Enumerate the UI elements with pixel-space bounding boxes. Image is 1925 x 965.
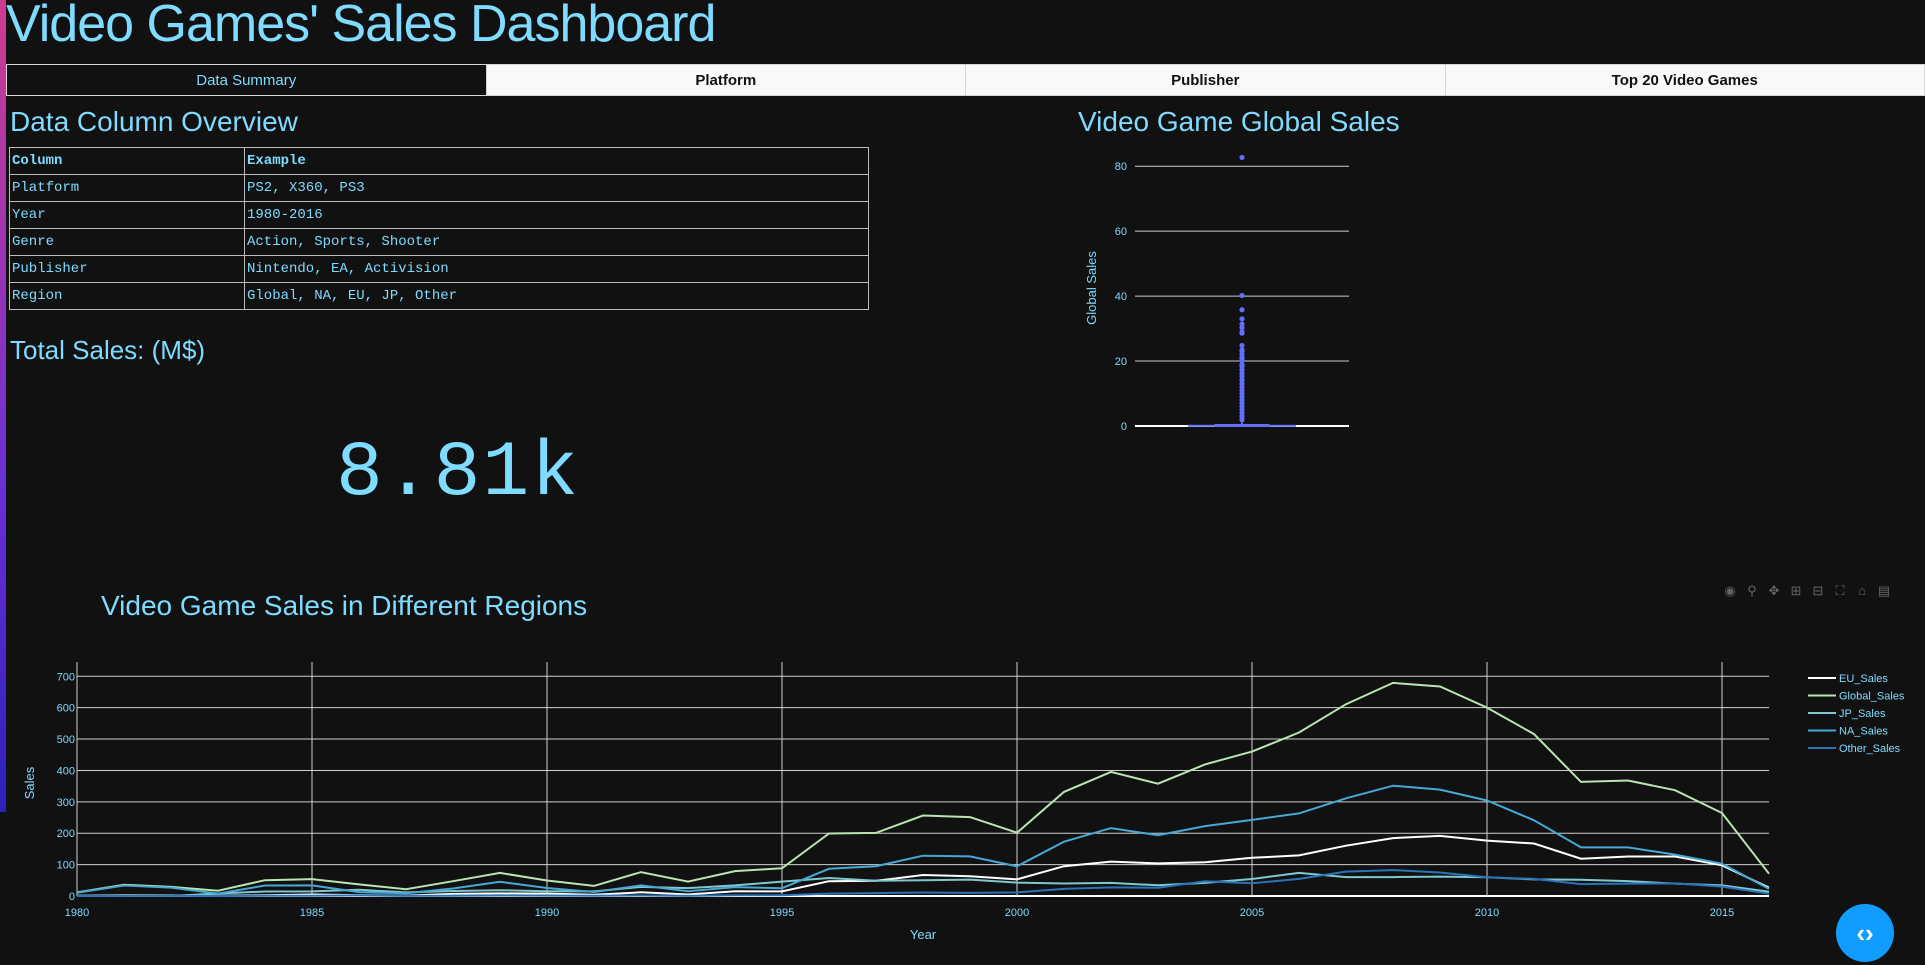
outlier-point [1239,307,1245,313]
table-row: Publisher Nintendo, EA, Activision [9,255,869,283]
zoom-in-icon[interactable]: ⊞ [1788,583,1804,599]
total-sales-label: Total Sales: (M$) [10,335,206,365]
y-tick-label: 60 [1115,226,1127,238]
series-line-global-sales [76,681,1770,894]
y-tick-label: 600 [57,703,75,715]
table-cell: Nintendo, EA, Activision [244,255,869,283]
line-chart-title: Video Game Sales in Different Regions [101,590,588,621]
page-title: Video Games' Sales Dashboard [6,0,716,53]
series-line-other-sales [76,869,1770,898]
y-axis-label: Global Sales [1084,251,1099,325]
x-tick-label: 2000 [1005,907,1029,919]
column-header: Column [9,147,245,175]
table-cell: 1980-2016 [244,201,869,229]
tab-bar: Data Summary Platform Publisher Top 20 V… [6,64,1925,96]
outlier-point [1239,292,1245,299]
y-tick-label: 700 [57,671,75,683]
table-row: Year 1980-2016 [9,201,869,229]
total-sales-value: 8.81k [336,430,581,518]
y-tick-label: 500 [57,734,75,746]
y-tick-label: 0 [69,891,75,903]
y-axis-label: Sales [22,766,37,799]
pan-icon[interactable]: ✥ [1766,583,1782,599]
x-tick-label: 1995 [770,907,794,919]
box-chart-title: Video Game Global Sales [1078,106,1400,137]
outlier-point [1239,342,1245,349]
code-toggle-button[interactable]: ‹› [1836,904,1894,962]
x-tick-label: 2010 [1475,907,1499,919]
table-row: Platform PS2, X360, PS3 [9,174,869,202]
home-icon[interactable]: ⌂ [1854,583,1870,599]
y-tick-label: 20 [1115,356,1127,368]
y-tick-label: 0 [1121,421,1127,433]
x-tick-label: 2005 [1240,907,1264,919]
outlier-point [1239,154,1245,161]
camera-icon[interactable]: ◉ [1722,583,1738,599]
legend-label: EU_Sales [1839,673,1888,685]
table-cell: Genre [9,228,245,256]
table-cell: Year [9,201,245,229]
y-tick-label: 80 [1115,161,1127,173]
table-cell: Region [9,282,245,310]
legend-label: NA_Sales [1839,726,1888,738]
global-sales-box-chart[interactable]: 0 20 40 60 80 Global Sales [1078,150,1378,450]
y-tick-label: 400 [57,765,75,777]
x-tick-label: 2015 [1710,907,1734,919]
plotly-logo-icon[interactable]: ▤ [1876,583,1892,599]
outlier-point [1239,330,1245,336]
table-cell: PS2, X360, PS3 [244,174,869,202]
table-row: Genre Action, Sports, Shooter [9,228,869,256]
x-tick-label: 1990 [535,907,559,919]
legend-label: Other_Sales [1839,743,1901,755]
tab-data-summary[interactable]: Data Summary [6,64,487,96]
zoom-out-icon[interactable]: ⊟ [1810,583,1826,599]
y-tick-label: 300 [57,797,75,809]
legend-label: Global_Sales [1839,691,1905,703]
table-row: Region Global, NA, EU, JP, Other [9,282,869,310]
x-tick-label: 1985 [300,907,324,919]
x-tick-label: 1980 [65,907,89,919]
table-cell: Action, Sports, Shooter [244,228,869,256]
series-line-eu-sales [76,834,1770,897]
overview-table: Column Example Platform PS2, X360, PS3 Y… [9,147,869,310]
outlier-point [1239,316,1245,322]
example-header: Example [244,147,869,175]
zoom-icon[interactable]: ⚲ [1744,583,1760,599]
tab-platform[interactable]: Platform [486,64,966,96]
overview-heading: Data Column Overview [10,106,298,137]
table-cell: Publisher [9,255,245,283]
legend-label: JP_Sales [1839,708,1886,720]
y-tick-label: 100 [57,860,75,872]
chart-modebar: ◉ ⚲ ✥ ⊞ ⊟ ⛶ ⌂ ▤ [1722,583,1892,599]
table-header-row: Column Example [9,147,869,175]
regional-sales-line-chart[interactable]: 0 100 200 300 400 500 600 700 1980 1985 1990 1995 20… [0,640,1925,965]
tab-top-20-video-games[interactable]: Top 20 Video Games [1445,64,1925,96]
x-axis-label: Year [910,927,937,942]
y-tick-label: 200 [57,828,75,840]
tab-publisher[interactable]: Publisher [966,64,1446,96]
chevrons-icon: ‹› [1856,917,1874,948]
table-cell: Global, NA, EU, JP, Other [244,282,869,310]
y-tick-label: 40 [1115,291,1127,303]
autoscale-icon[interactable]: ⛶ [1832,583,1848,599]
table-cell: Platform [9,174,245,202]
outlier-cluster [1240,361,1244,423]
